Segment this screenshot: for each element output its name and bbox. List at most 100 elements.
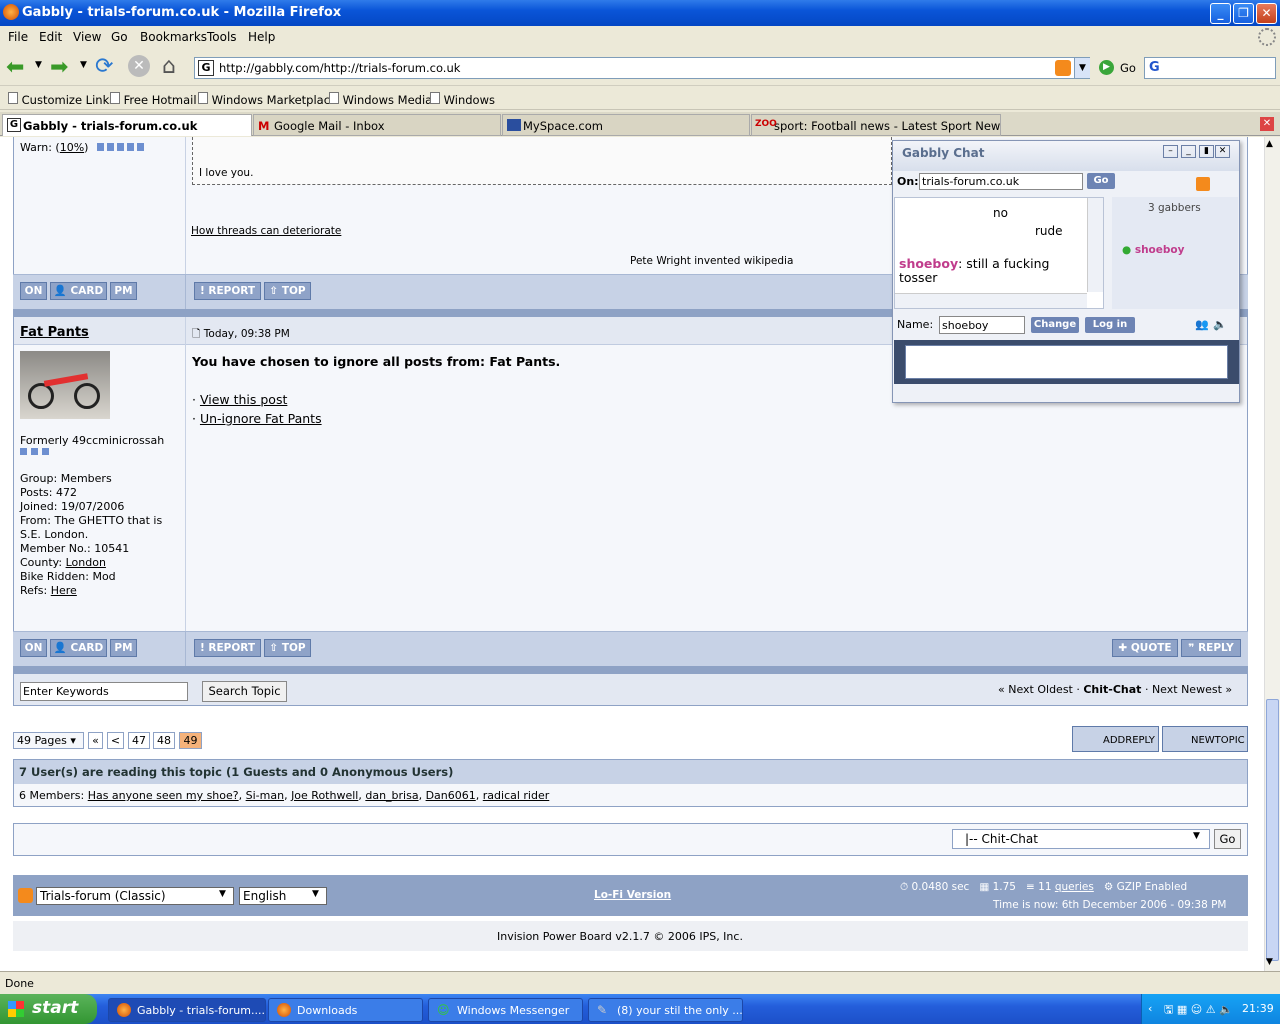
taskbar-item-gabbly[interactable]: Gabbly - trials-forum....	[108, 998, 266, 1022]
chat-change-button[interactable]: Change	[1031, 317, 1079, 333]
tab-myspace[interactable]: MySpace.com	[502, 114, 750, 136]
chat-maximize-icon[interactable]: ▮	[1199, 145, 1214, 158]
card-button[interactable]: 👤 CARD	[50, 639, 107, 657]
menu-bookmarks[interactable]: Bookmarks	[140, 30, 207, 44]
menu-go[interactable]: Go	[111, 30, 128, 44]
chat-minimize-icon[interactable]: _	[1181, 145, 1196, 158]
scroll-up-icon[interactable]: ▲	[1266, 139, 1273, 149]
add-reply-button[interactable]: ADDREPLY	[1072, 726, 1159, 752]
refs-link[interactable]: Here	[51, 584, 77, 597]
county-link[interactable]: London	[66, 556, 106, 569]
post-author-link[interactable]: Fat Pants	[20, 325, 89, 340]
tab-gabbly[interactable]: G Gabbly - trials-forum.co.uk	[2, 114, 252, 136]
search-topic-button[interactable]: Search Topic	[202, 681, 287, 702]
reply-button[interactable]: ❞ REPLY	[1181, 639, 1241, 657]
next-oldest-link[interactable]: « Next Oldest	[998, 683, 1073, 696]
chat-collapse-icon[interactable]: –	[1163, 145, 1178, 158]
new-topic-button[interactable]: NEWTOPIC	[1162, 726, 1248, 752]
lofi-link[interactable]: Lo-Fi Version	[594, 889, 671, 901]
taskbar-item-downloads[interactable]: Downloads	[268, 998, 423, 1022]
bookmark-windows-media[interactable]: Windows Media	[329, 92, 432, 107]
home-icon[interactable]: ⌂	[162, 54, 176, 79]
prev-page-button[interactable]: <	[107, 732, 124, 749]
forward-icon[interactable]: ➡	[50, 55, 68, 80]
chat-go-button[interactable]: Go	[1087, 173, 1115, 189]
chat-users-icon[interactable]: 👥	[1195, 318, 1209, 331]
pm-button[interactable]: PM	[110, 282, 137, 300]
start-button[interactable]: start	[0, 994, 97, 1024]
close-button[interactable]: ✕	[1256, 3, 1277, 24]
report-button[interactable]: ! REPORT	[194, 639, 261, 657]
menu-help[interactable]: Help	[248, 30, 275, 44]
chat-sound-icon[interactable]: 🔈	[1213, 318, 1227, 331]
top-button[interactable]: ⇧ TOP	[264, 639, 311, 657]
report-button[interactable]: ! REPORT	[194, 282, 261, 300]
member-link[interactable]: dan_brisa	[365, 789, 418, 802]
unignore-link[interactable]: Un-ignore Fat Pants	[200, 411, 322, 426]
member-link[interactable]: Joe Rothwell	[291, 789, 358, 802]
reload-icon[interactable]: ⟳	[95, 54, 113, 79]
bookmark-free-hotmail[interactable]: Free Hotmail	[110, 92, 197, 107]
search-input[interactable]: G	[1144, 57, 1276, 79]
chat-room-input[interactable]	[919, 173, 1083, 190]
menu-file[interactable]: File	[8, 30, 28, 44]
forum-jump-go-button[interactable]: Go	[1214, 829, 1241, 849]
taskbar-item-messenger[interactable]: ☺ Windows Messenger	[428, 998, 583, 1022]
page-47-button[interactable]: 47	[128, 732, 150, 749]
member-link[interactable]: Dan6061	[426, 789, 476, 802]
view-post-link[interactable]: View this post	[200, 392, 287, 407]
chat-message-input[interactable]	[905, 345, 1228, 379]
scroll-down-icon[interactable]: ▼	[1266, 957, 1273, 967]
page-48-button[interactable]: 48	[153, 732, 175, 749]
stop-icon[interactable]: ✕	[128, 55, 150, 77]
menu-edit[interactable]: Edit	[39, 30, 62, 44]
tab-google-mail[interactable]: M Google Mail - Inbox	[253, 114, 501, 136]
chat-login-button[interactable]: Log in	[1085, 317, 1135, 333]
skin-select[interactable]: Trials-forum (Classic) ▼	[36, 887, 234, 905]
online-button[interactable]: ON	[20, 639, 47, 657]
maximize-button[interactable]: ❐	[1233, 3, 1254, 24]
member-link[interactable]: Si-man	[246, 789, 284, 802]
member-link[interactable]: radical rider	[483, 789, 550, 802]
back-icon[interactable]: ⬅	[6, 55, 24, 80]
current-forum[interactable]: Chit-Chat	[1083, 683, 1141, 696]
top-button[interactable]: ⇧ TOP	[264, 282, 311, 300]
go-button[interactable]: Go	[1120, 61, 1136, 75]
menu-tools[interactable]: Tools	[207, 30, 237, 44]
chat-close-icon[interactable]: ✕	[1215, 145, 1230, 158]
bookmark-windows-marketplace[interactable]: Windows Marketplace	[198, 92, 337, 107]
back-dropdown-icon[interactable]: ▼	[35, 60, 42, 70]
pm-button[interactable]: PM	[110, 639, 137, 657]
go-icon[interactable]: ▶	[1099, 60, 1114, 75]
quote-button[interactable]: ✚ QUOTE	[1112, 639, 1178, 657]
keywords-input[interactable]	[20, 682, 188, 701]
tray-icons[interactable]: 🖫 ▦ ☺ ⚠ 🔈	[1164, 1001, 1233, 1020]
tab-sport[interactable]: ZOO sport: Football news - Latest Sport …	[751, 114, 1001, 136]
thread-deteriorate-link[interactable]: How threads can deteriorate	[191, 225, 341, 237]
pages-dropdown[interactable]: 49 Pages ▾	[13, 732, 84, 749]
taskbar-item-chat[interactable]: ✎ (8) your stil the only ...	[588, 998, 743, 1022]
tray-expand-icon[interactable]: ‹	[1148, 1002, 1152, 1015]
rss-icon[interactable]	[18, 888, 33, 903]
next-newest-link[interactable]: Next Newest »	[1152, 683, 1232, 696]
bookmark-customize-links[interactable]: Customize Links	[8, 92, 115, 107]
menu-view[interactable]: View	[73, 30, 101, 44]
chat-user-item[interactable]: ● shoeboy	[1122, 244, 1184, 256]
scroll-thumb[interactable]	[1266, 699, 1279, 961]
url-bar[interactable]: G http://gabbly.com/http://trials-forum.…	[194, 57, 1090, 79]
online-button[interactable]: ON	[20, 282, 47, 300]
first-page-button[interactable]: «	[88, 732, 103, 749]
close-tab-icon[interactable]: ✕	[1260, 117, 1274, 131]
chat-messages-scrollbar[interactable]	[1087, 198, 1103, 292]
chat-messages-hscrollbar[interactable]	[895, 293, 1087, 308]
forum-jump-select[interactable]: |-- Chit-Chat ▼	[952, 829, 1210, 849]
vertical-scrollbar[interactable]: ▲ ▼	[1264, 137, 1280, 971]
chat-name-input[interactable]	[939, 316, 1025, 334]
rss-icon[interactable]	[1196, 177, 1210, 191]
forward-dropdown-icon[interactable]: ▼	[80, 60, 87, 70]
minimize-button[interactable]: _	[1210, 3, 1231, 24]
url-dropdown-icon[interactable]: ▼	[1074, 58, 1090, 78]
language-select[interactable]: English ▼	[239, 887, 327, 905]
card-button[interactable]: 👤 CARD	[50, 282, 107, 300]
bookmark-windows[interactable]: Windows	[430, 92, 495, 107]
